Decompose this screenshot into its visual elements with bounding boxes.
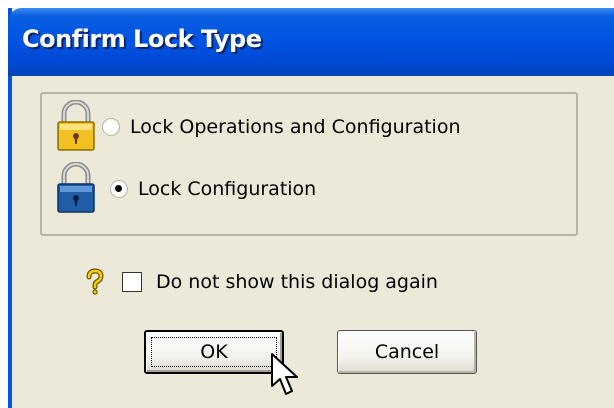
radio-lock-configuration[interactable] (110, 180, 128, 198)
dont-show-again-label: Do not show this dialog again (156, 271, 438, 293)
dont-show-again-row[interactable]: Do not show this dialog again (84, 266, 438, 298)
title-bar[interactable]: Confirm Lock Type (8, 8, 614, 76)
radio-selected-dot (115, 185, 122, 192)
lock-configuration-icon (56, 161, 96, 216)
option-lock-configuration[interactable]: Lock Configuration (56, 161, 317, 216)
dont-show-again-checkbox[interactable] (122, 272, 142, 292)
confirm-lock-type-dialog: Confirm Lock Type Lock Operations and Co… (8, 8, 614, 408)
option-label: Lock Operations and Configuration (130, 116, 461, 138)
ok-button-label: OK (200, 341, 228, 363)
radio-lock-operations-and-configuration[interactable] (102, 118, 120, 136)
option-lock-operations-and-configuration[interactable]: Lock Operations and Configuration (56, 99, 461, 154)
cancel-button[interactable]: Cancel (337, 330, 477, 374)
option-label: Lock Configuration (138, 178, 317, 200)
dialog-title: Confirm Lock Type (22, 25, 262, 53)
lock-operations-icon (56, 99, 96, 154)
dialog-body: Lock Operations and Configuration Lock C… (12, 76, 614, 408)
help-question-icon (84, 268, 106, 296)
mouse-pointer-icon (270, 352, 302, 400)
ok-button[interactable]: OK (144, 330, 284, 374)
lock-type-group: Lock Operations and Configuration Lock C… (40, 92, 578, 236)
cancel-button-label: Cancel (374, 341, 440, 363)
